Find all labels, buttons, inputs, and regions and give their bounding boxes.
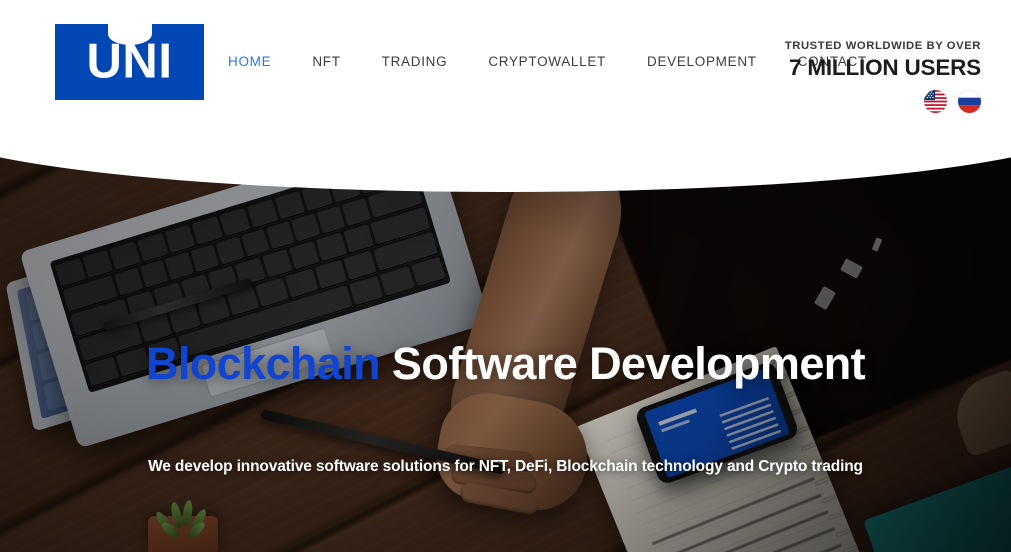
page-root: Blockchain Software Development We devel… [0, 0, 1011, 552]
united-states-flag-icon[interactable] [924, 89, 947, 113]
russia-flag-icon[interactable] [958, 89, 981, 113]
nav-item-cryptowallet[interactable]: CRYPTOWALLET [488, 54, 606, 69]
nav-item-home[interactable]: HOME [228, 54, 271, 69]
nav-item-nft[interactable]: NFT [312, 54, 340, 69]
nav-item-trading[interactable]: TRADING [382, 54, 448, 69]
site-logo[interactable]: UNI [55, 23, 204, 100]
trust-eyebrow-text: TRUSTED WORLDWIDE BY OVER [784, 40, 981, 52]
nav-item-development[interactable]: DEVELOPMENT [647, 54, 757, 69]
trust-headline-text: 7 MILLION USERS [788, 55, 981, 81]
site-header: UNI HOME NFT TRADING CRYPTOWALLET DEVELO… [0, 0, 1011, 186]
logo-text: UNI [86, 34, 173, 89]
trust-badge: TRUSTED WORLDWIDE BY OVER 7 MILLION USER… [751, 40, 981, 113]
language-switcher [751, 89, 981, 113]
